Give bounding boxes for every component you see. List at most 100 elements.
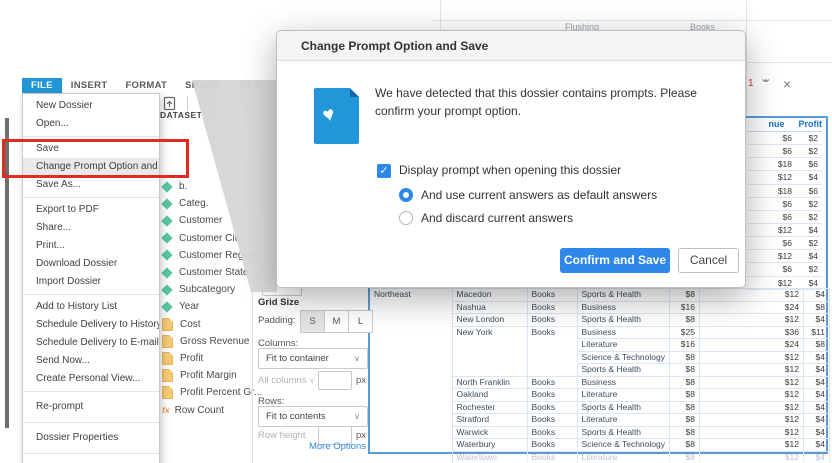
display-prompt-checkbox[interactable]: ✓	[377, 164, 391, 178]
confirm-and-save-button[interactable]: Confirm and Save	[560, 248, 670, 273]
attribute-diamond-icon	[161, 301, 172, 312]
dataset-item-label: Profit Percent Gr...	[180, 387, 262, 398]
padding-option-m[interactable]: M	[325, 310, 349, 333]
dataset-metric-item[interactable]: Profit	[161, 350, 262, 367]
attribute-diamond-icon	[161, 284, 172, 295]
dataset-metric-item[interactable]: Cost	[161, 316, 262, 333]
dataset-function-metric-item[interactable]: fxRow Count	[161, 401, 262, 418]
file-menu-item[interactable]: Download Dossier	[23, 255, 159, 273]
cell-profit: $2	[796, 132, 822, 144]
dataset-metric-item[interactable]: Gross Revenue	[161, 333, 262, 350]
dataset-item-label: Profit Margin	[180, 370, 237, 381]
cell-category: Books	[527, 326, 577, 376]
grid-header-profit[interactable]: Profit	[799, 118, 823, 131]
file-menu-item[interactable]: Create Personal View...	[23, 370, 159, 388]
add-data-icon[interactable]	[163, 96, 176, 111]
cell-revenue: $24	[699, 339, 803, 352]
file-menu-item[interactable]: Send Now...	[23, 352, 159, 370]
columns-fit-dropdown[interactable]: Fit to container ∨	[258, 348, 368, 369]
cell-subcategory: Literature	[577, 389, 669, 402]
dataset-attribute-item[interactable]: Year	[161, 298, 262, 315]
dataset-item-label: Customer City	[179, 233, 242, 244]
grid-covered-row: $6$2	[747, 263, 822, 276]
cancel-button[interactable]: Cancel	[678, 248, 739, 273]
grid-covered-row: $12$4	[747, 250, 822, 263]
file-menu-item[interactable]: Schedule Delivery to E-mail...	[23, 334, 159, 352]
padding-label: Padding:	[258, 315, 296, 326]
rows-fit-dropdown[interactable]: Fit to contents ∨	[258, 406, 368, 427]
file-menu-group: Re-prompt	[23, 392, 159, 423]
menu-bar: FILEINSERTFORMATSHAREVIEWHELP	[22, 78, 317, 93]
file-menu-item[interactable]: Export to PDF	[23, 201, 159, 219]
file-menu-item[interactable]: Print...	[23, 237, 159, 255]
dataset-metric-item[interactable]: Profit Margin	[161, 367, 262, 384]
file-menu-item[interactable]: Import Dossier	[23, 273, 159, 291]
dataset-item-label: Categ.	[179, 198, 208, 209]
use-current-answers-label[interactable]: And use current answers as default answe…	[421, 188, 657, 202]
format-panel-left-border	[252, 286, 253, 463]
close-panel-icon[interactable]: ×	[783, 76, 791, 92]
dataset-attribute-item[interactable]: b.	[161, 178, 262, 195]
chevron-down-icon: ∨	[354, 349, 360, 368]
file-menu-item[interactable]: Share...	[23, 219, 159, 237]
discard-answers-radio[interactable]	[399, 211, 413, 225]
cell-profit: $4	[803, 364, 829, 377]
cell-profit: $4	[796, 171, 822, 183]
cell-subcategory: Science & Technology	[577, 439, 669, 452]
grid-header-revenue-truncated[interactable]: nue	[747, 118, 799, 131]
file-menu-item[interactable]: New Dossier	[23, 97, 159, 115]
grid-table[interactable]: NortheastMacedonBooksSports & Health$8$1…	[370, 288, 830, 463]
dataset-attribute-item[interactable]: Categ.	[161, 195, 262, 212]
dataset-attribute-item[interactable]: Customer State	[161, 264, 262, 281]
cell-category: Books	[527, 401, 577, 414]
cell-subcategory: Business	[577, 376, 669, 389]
padding-option-l[interactable]: L	[349, 310, 373, 333]
cell-cost: $16	[669, 301, 699, 314]
cell-city: Stratford	[452, 414, 527, 427]
grid-row[interactable]: NortheastMacedonBooksSports & Health$8$1…	[370, 289, 829, 302]
file-menu-group: Convert to Document	[23, 454, 159, 463]
menubar-item-format[interactable]: FORMAT	[116, 78, 176, 93]
file-menu-group: Export to PDFShare...Print...Download Do…	[23, 198, 159, 295]
menubar-item-insert[interactable]: INSERT	[62, 78, 117, 93]
red-highlight-rectangle	[2, 139, 189, 178]
use-current-answers-radio[interactable]	[399, 188, 413, 202]
dataset-attribute-item[interactable]: Customer Region	[161, 247, 262, 264]
dataset-attribute-item[interactable]: Subcategory	[161, 281, 262, 298]
dataset-attribute-item[interactable]: Customer	[161, 212, 262, 229]
cell-profit: $11	[803, 326, 829, 339]
cell-subcategory: Literature	[577, 339, 669, 352]
menubar-item-file[interactable]: FILE	[22, 78, 62, 93]
display-prompt-checkbox-label[interactable]: Display prompt when opening this dossier	[399, 163, 621, 177]
file-menu-item[interactable]: Re-prompt	[23, 395, 159, 419]
file-menu-item[interactable]: Schedule Delivery to History List...	[23, 316, 159, 334]
file-menu-item[interactable]: Dossier Properties	[23, 426, 159, 450]
dataset-attribute-item[interactable]: Customer City	[161, 230, 262, 247]
panel-header-border	[746, 62, 832, 63]
cell-city: New York	[452, 326, 527, 376]
collapse-panel-icon[interactable]: ⌄⌄	[760, 72, 764, 85]
cell-city: New London	[452, 314, 527, 327]
grid-covered-row: $6$2	[747, 198, 822, 211]
discard-answers-label[interactable]: And discard current answers	[421, 211, 573, 225]
column-width-input[interactable]	[318, 371, 352, 390]
file-menu-group: Add to History ListSchedule Delivery to …	[23, 295, 159, 392]
grid-covered-row: $12$4	[747, 171, 822, 184]
cell-revenue: $6	[747, 211, 796, 223]
menubar-item-view[interactable]: VIEW	[229, 78, 272, 93]
file-menu-item[interactable]: Add to History List	[23, 298, 159, 316]
padding-option-s[interactable]: S	[300, 310, 325, 333]
dataset-item-label: Year	[179, 301, 199, 312]
dataset-item-label: Customer Region	[179, 250, 257, 261]
file-menu-item[interactable]: Open...	[23, 115, 159, 133]
metric-document-icon	[162, 318, 173, 331]
cell-profit: $8	[803, 301, 829, 314]
dataset-metric-item[interactable]: Profit Percent Gr...	[161, 384, 262, 401]
file-menu-item[interactable]: Save As...	[23, 176, 159, 194]
more-options-link[interactable]: More Options	[280, 441, 366, 452]
menubar-item-share[interactable]: SHARE	[176, 78, 229, 93]
panel-title-fragment: 1	[748, 78, 754, 89]
cell-revenue: $12	[747, 250, 796, 262]
cell-subcategory: Science & Technology	[577, 351, 669, 364]
file-menu-item[interactable]: Convert to Document	[23, 457, 159, 463]
